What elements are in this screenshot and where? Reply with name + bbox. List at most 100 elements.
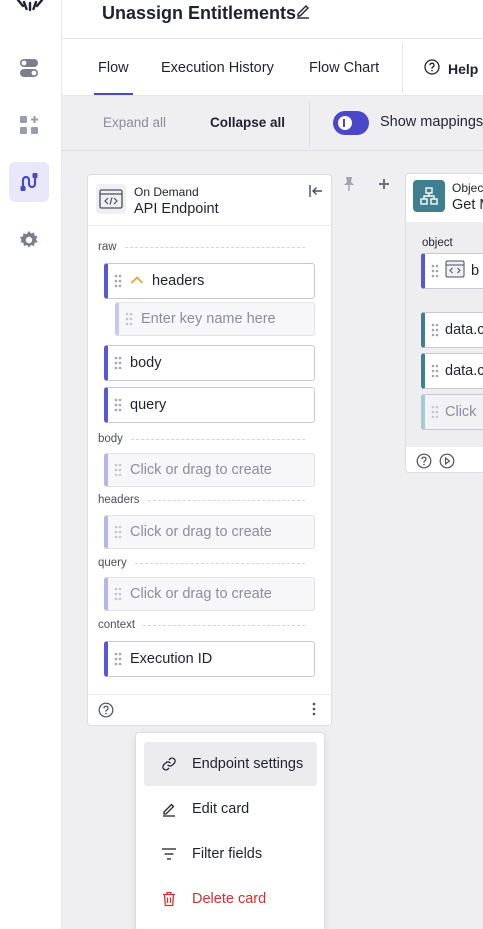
menu-item-label: Filter fields xyxy=(192,846,263,862)
get-object-card[interactable]: Objec Get M object b data.c data.c Click xyxy=(405,173,483,473)
add-icon[interactable] xyxy=(378,174,390,195)
drag-handle-icon[interactable] xyxy=(425,364,445,378)
chevron-up-icon[interactable] xyxy=(130,273,144,289)
create-hint: Click or drag to create xyxy=(130,524,272,540)
field-label: query xyxy=(130,397,167,413)
toggle-bar-icon xyxy=(343,119,345,127)
drag-handle-icon[interactable] xyxy=(108,652,128,666)
card-title: API Endpoint xyxy=(134,201,219,217)
drag-handle-icon xyxy=(108,587,128,601)
drag-handle-icon[interactable] xyxy=(425,323,445,337)
section-label-headers: headers xyxy=(98,494,140,506)
collapse-panel-icon[interactable] xyxy=(308,183,324,204)
pencil-icon[interactable] xyxy=(295,2,311,25)
help-circle-icon xyxy=(424,59,440,78)
drag-handle-icon[interactable] xyxy=(108,356,128,370)
field-headers[interactable]: headers xyxy=(104,263,315,299)
create-hint: Click or drag to create xyxy=(130,586,272,602)
section-label-raw: raw xyxy=(98,241,117,253)
help-circle-icon[interactable] xyxy=(416,453,432,472)
section-label-object: object xyxy=(422,237,453,249)
field-label: headers xyxy=(152,273,205,289)
code-icon xyxy=(445,260,465,282)
show-mappings-label: Show mappings xyxy=(380,114,483,130)
nav-add-blocks-icon[interactable] xyxy=(9,105,49,145)
section-label-body: body xyxy=(98,433,123,445)
field-object[interactable]: b xyxy=(421,253,483,289)
toggle-knob xyxy=(338,116,352,130)
menu-item-label: Endpoint settings xyxy=(192,756,304,772)
menu-item-filter-fields[interactable]: Filter fields xyxy=(144,832,317,876)
drag-handle-icon[interactable] xyxy=(108,398,128,412)
menu-item-delete-card[interactable]: Delete card xyxy=(144,877,317,921)
field-query[interactable]: query xyxy=(104,387,315,423)
field-label: body xyxy=(130,355,162,371)
drag-handle-icon[interactable] xyxy=(425,264,445,278)
tab-execution-history[interactable]: Execution History xyxy=(161,60,274,76)
trash-icon xyxy=(161,891,177,907)
section-body: body xyxy=(98,433,305,445)
drag-handle-icon xyxy=(425,405,445,419)
pin-icon[interactable] xyxy=(342,176,356,197)
headers-create-slot[interactable]: Click or drag to create xyxy=(104,515,315,549)
section-query: query xyxy=(98,557,305,569)
divider xyxy=(88,694,331,695)
divider xyxy=(88,225,331,226)
nav-flows-icon[interactable] xyxy=(9,162,49,202)
drag-handle-icon xyxy=(108,463,128,477)
section-label-context: context xyxy=(98,619,136,631)
drag-handle-icon[interactable] xyxy=(108,274,128,288)
nav-toggles-icon[interactable] xyxy=(9,48,49,88)
nav-settings-icon[interactable] xyxy=(9,220,49,260)
left-rail xyxy=(0,0,62,929)
key-name-input[interactable]: Enter key name here xyxy=(115,302,315,336)
field-data-2[interactable]: data.c xyxy=(421,353,483,389)
field-label: b xyxy=(471,263,480,279)
card-footer xyxy=(406,446,483,472)
create-hint: Click xyxy=(445,404,477,420)
field-execution-id[interactable]: Execution ID xyxy=(104,641,315,677)
field-label: data.c xyxy=(445,363,483,379)
link-icon xyxy=(161,756,177,772)
api-endpoint-card[interactable]: On Demand API Endpoint raw headers Enter… xyxy=(87,174,332,726)
menu-item-edit-card[interactable]: Edit card xyxy=(144,787,317,831)
key-name-placeholder: Enter key name here xyxy=(141,311,276,327)
collapse-all-button[interactable]: Collapse all xyxy=(210,115,285,130)
tab-flow[interactable]: Flow xyxy=(98,60,129,76)
tab-flow-chart[interactable]: Flow Chart xyxy=(309,60,379,76)
section-label-query: query xyxy=(98,557,127,569)
menu-item-label: Delete card xyxy=(192,891,267,907)
create-slot[interactable]: Click xyxy=(421,394,483,430)
more-vertical-icon[interactable] xyxy=(311,701,317,722)
body-create-slot[interactable]: Click or drag to create xyxy=(104,453,315,487)
menu-item-label: Edit card xyxy=(192,801,250,817)
card-body: object b data.c data.c Click xyxy=(406,222,483,446)
play-circle-icon[interactable] xyxy=(439,453,455,472)
page-title: Unassign Entitlements xyxy=(102,3,297,23)
filter-icon xyxy=(161,847,177,861)
card-subtitle: On Demand xyxy=(134,185,199,199)
help-label: Help xyxy=(448,60,479,77)
page-header: Unassign Entitlements xyxy=(62,0,483,39)
menu-item-endpoint-settings[interactable]: Endpoint settings xyxy=(144,742,317,786)
card-context-menu: Endpoint settings Edit card Filter field… xyxy=(135,732,325,929)
help-button[interactable]: Help xyxy=(424,59,478,78)
tab-bar: Flow Execution History Flow Chart Help xyxy=(62,39,483,96)
section-raw: raw xyxy=(98,241,305,253)
canvas-toolbar: Expand all Collapse all Show mappings xyxy=(62,96,483,151)
help-circle-icon[interactable] xyxy=(98,702,114,723)
divider xyxy=(309,100,310,148)
field-body[interactable]: body xyxy=(104,345,315,381)
object-icon xyxy=(413,180,445,212)
card-title: Get M xyxy=(452,197,483,213)
section-headers: headers xyxy=(98,494,305,506)
divider xyxy=(402,43,403,93)
query-create-slot[interactable]: Click or drag to create xyxy=(104,577,315,611)
drag-handle-icon xyxy=(119,312,139,326)
field-data-1[interactable]: data.c xyxy=(421,312,483,348)
field-label: Execution ID xyxy=(130,651,213,667)
section-context: context xyxy=(98,619,305,631)
show-mappings-toggle[interactable] xyxy=(333,111,369,135)
expand-all-button[interactable]: Expand all xyxy=(103,115,166,130)
logo-icon xyxy=(16,0,44,12)
